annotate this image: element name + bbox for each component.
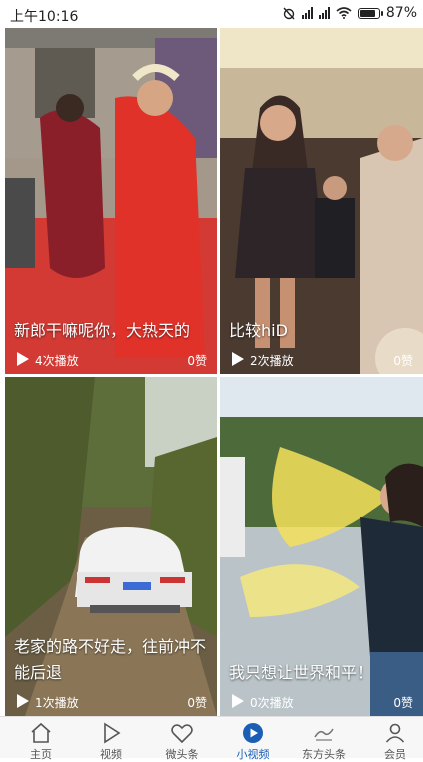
like-count: 0赞 bbox=[187, 696, 207, 710]
play-count: 1次播放 bbox=[35, 696, 79, 710]
battery-percent: 87% bbox=[385, 5, 417, 21]
battery-icon bbox=[357, 7, 383, 19]
home-icon bbox=[31, 722, 51, 743]
play-icon bbox=[17, 352, 29, 366]
video-meta: 1次播放 0赞 bbox=[5, 686, 217, 716]
play-icon bbox=[104, 722, 121, 744]
status-bar: 上午10:16 87% bbox=[0, 0, 423, 28]
like-count: 0赞 bbox=[393, 354, 413, 368]
video-title: 我只想让世界和平！ bbox=[229, 663, 374, 682]
play-count: 4次播放 bbox=[35, 354, 79, 368]
signal-icon bbox=[301, 7, 313, 19]
nav-label: 会员 bbox=[384, 748, 406, 761]
like-count: 0赞 bbox=[393, 696, 413, 710]
nav-label: 微头条 bbox=[165, 748, 199, 761]
play-count: 0次播放 bbox=[250, 696, 294, 710]
play-count: 2次播放 bbox=[250, 354, 294, 368]
play-icon bbox=[232, 694, 244, 708]
video-meta: 0次播放 0赞 bbox=[220, 686, 423, 716]
heart-icon bbox=[171, 724, 193, 744]
nav-item-microheadline[interactable]: 微头条 bbox=[147, 717, 217, 761]
video-card[interactable]: 老家的路不好走，往前冲不能后退 1次播放 0赞 bbox=[5, 377, 217, 716]
like-count: 0赞 bbox=[187, 354, 207, 368]
nav-item-home[interactable]: 主页 bbox=[6, 717, 76, 761]
alarm-off-icon bbox=[283, 7, 295, 20]
play-icon bbox=[17, 694, 29, 708]
video-title: 老家的路不好走，往前冲不能后退 bbox=[14, 637, 207, 682]
video-grid: 新郎干嘛呢你，大热天的 4次播放 0赞 比较hiD 2次播放 0赞 老家的路不好… bbox=[0, 28, 423, 716]
nav-item-dongfang[interactable]: 东方头条 bbox=[289, 717, 359, 761]
person-icon bbox=[385, 723, 405, 743]
bottom-nav: 主页 视频 微头条 小视频 东方头条 会员 bbox=[0, 716, 423, 761]
video-card[interactable]: 我只想让世界和平！ 0次播放 0赞 bbox=[220, 377, 423, 716]
nav-item-small-video[interactable]: 小视频 bbox=[218, 717, 288, 761]
play-icon bbox=[232, 352, 244, 366]
video-title: 新郎干嘛呢你，大热天的 bbox=[14, 321, 191, 340]
signal-icon bbox=[318, 7, 330, 19]
nav-label: 小视频 bbox=[236, 748, 270, 761]
video-card[interactable]: 新郎干嘛呢你，大热天的 4次播放 0赞 bbox=[5, 28, 217, 374]
nav-label: 主页 bbox=[30, 748, 52, 761]
video-title: 比较hiD bbox=[229, 321, 288, 340]
status-time: 上午10:16 bbox=[10, 9, 79, 25]
nav-item-member[interactable]: 会员 bbox=[360, 717, 423, 761]
video-card[interactable]: 比较hiD 2次播放 0赞 bbox=[220, 28, 423, 374]
nav-label: 视频 bbox=[100, 748, 122, 761]
nav-item-video[interactable]: 视频 bbox=[76, 717, 146, 761]
small-video-icon bbox=[243, 723, 263, 743]
video-meta: 2次播放 0赞 bbox=[220, 344, 423, 374]
nav-label: 东方头条 bbox=[302, 748, 346, 761]
brand-icon bbox=[314, 728, 334, 741]
wifi-icon bbox=[336, 7, 352, 19]
video-meta: 4次播放 0赞 bbox=[5, 344, 217, 374]
